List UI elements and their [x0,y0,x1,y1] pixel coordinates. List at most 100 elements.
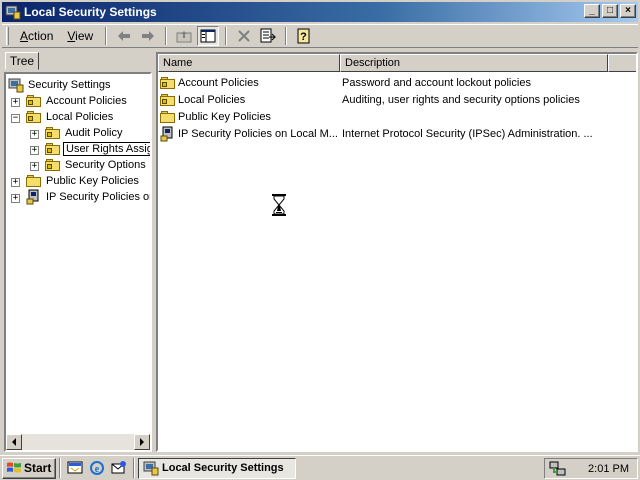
scroll-left-icon [12,438,16,446]
forward-arrow-icon [142,31,155,41]
expand-toggle[interactable]: + [30,146,39,155]
locked-folder-icon [26,94,42,108]
maximize-button[interactable]: □ [602,4,618,18]
tree-item-security-settings[interactable]: Security Settings [8,77,113,93]
tree-item-label: Audit Policy [65,127,123,139]
details-list[interactable]: Name Description Account Policies Passwo… [156,52,638,452]
forward-button[interactable] [137,26,159,46]
item-name: Public Key Policies [178,110,271,123]
taskbar-separator [133,458,135,478]
minimize-icon: _ [589,5,595,16]
back-arrow-icon [118,31,131,41]
menu-view[interactable]: View [60,27,100,45]
close-button[interactable]: × [620,4,636,18]
tab-tree[interactable]: Tree [5,52,39,70]
close-icon: × [625,5,631,16]
column-header-description[interactable]: Description [340,54,608,72]
column-header-name[interactable]: Name [158,54,340,72]
item-description: Internet Protocol Security (IPSec) Admin… [342,127,593,140]
list-item-public-key-policies[interactable]: Public Key Policies [158,108,636,125]
outlook-express-icon [111,461,126,474]
back-button[interactable] [113,26,135,46]
taskbar-window-button[interactable]: Local Security Settings [138,457,296,479]
clock[interactable]: 2:01 PM [588,463,629,475]
tree-item-ip-security-policies[interactable]: IP Security Policies on [26,189,152,205]
locked-folder-icon [26,110,42,124]
folder-icon [26,174,42,188]
tree-item-label: Account Policies [46,95,127,107]
minimize-button[interactable]: _ [584,4,600,18]
menu-action[interactable]: Action [13,27,60,45]
tree-item-label: Public Key Policies [46,175,139,187]
taskbar-window-label: Local Security Settings [162,462,284,474]
item-name: IP Security Policies on Local M... [178,127,338,140]
taskbar: Start e Local Security Settings 2:01 PM [0,455,640,480]
show-desktop-button[interactable] [66,459,84,477]
show-desktop-icon [67,461,83,474]
folder-icon [160,110,176,124]
item-description: Auditing, user rights and security optio… [342,93,580,106]
start-label: Start [24,461,52,475]
hourglass-cursor-icon [272,194,286,216]
item-name: Account Policies [178,76,259,89]
tree-item-user-rights-assignment[interactable]: User Rights Assignment [45,141,150,157]
outlook-express-button[interactable] [110,459,128,477]
system-tray: 2:01 PM [544,458,638,479]
scroll-left-button[interactable] [6,434,22,450]
windows-logo-icon [7,462,21,473]
security-settings-icon [5,4,21,20]
locked-folder-icon [45,126,61,140]
network-icon[interactable] [549,461,567,477]
expand-toggle[interactable]: + [11,178,20,187]
export-list-icon [260,28,277,43]
tree-item-public-key-policies[interactable]: Public Key Policies [26,173,141,189]
delete-button[interactable] [233,26,255,46]
ip-security-icon [26,189,39,205]
scroll-right-button[interactable] [134,434,150,450]
list-item-local-policies[interactable]: Local Policies Auditing, user rights and… [158,91,636,108]
up-one-level-button[interactable] [173,26,195,46]
up-folder-icon [176,31,192,43]
title-bar[interactable]: Local Security Settings _ □ × [2,2,638,22]
show-hide-tree-button[interactable] [197,26,220,46]
tree-item-label: Security Options [65,159,146,171]
console-tree[interactable]: Security Settings + Account Policies − L… [4,72,152,452]
help-button[interactable]: ? [293,26,315,46]
svg-text:?: ? [300,31,307,43]
taskbar-separator [59,458,61,478]
expand-toggle[interactable]: + [30,130,39,139]
expand-toggle[interactable]: + [11,98,20,107]
list-item-ip-security-policies[interactable]: IP Security Policies on Local M... Inter… [158,125,636,142]
tree-item-label: Local Policies [46,111,114,123]
tree-item-label: IP Security Policies on [46,191,152,203]
collapse-toggle[interactable]: − [11,114,20,123]
locked-folder-icon [45,158,61,172]
console-tree-icon [200,29,216,43]
item-name: Local Policies [178,93,246,106]
window-title: Local Security Settings [24,5,157,19]
toolbar-separator [105,27,108,45]
start-button[interactable]: Start [2,457,56,479]
tree-item-account-policies[interactable]: Account Policies [26,93,129,109]
tree-item-local-policies[interactable]: Local Policies [26,109,115,125]
export-list-button[interactable] [257,26,279,46]
tree-item-audit-policy[interactable]: Audit Policy [45,125,124,141]
tree-item-security-options[interactable]: Security Options [45,157,148,173]
internet-explorer-button[interactable]: e [88,459,106,477]
locked-folder-icon [45,142,61,156]
scroll-right-icon [140,438,144,446]
expand-toggle[interactable]: + [30,162,39,171]
svg-text:e: e [95,464,100,475]
tree-horizontal-scrollbar[interactable] [6,434,150,450]
toolbar-separator [165,27,168,45]
help-icon: ? [297,28,310,44]
tree-item-label: Security Settings [28,79,111,91]
locked-folder-icon [160,76,176,90]
ip-security-icon [160,126,173,141]
toolbar-grip[interactable] [6,27,9,45]
list-item-account-policies[interactable]: Account Policies Password and account lo… [158,74,636,91]
expand-toggle[interactable]: + [11,194,20,203]
toolbar-separator [285,27,288,45]
toolbar: Action View ? [2,24,638,48]
delete-x-icon [238,30,250,42]
